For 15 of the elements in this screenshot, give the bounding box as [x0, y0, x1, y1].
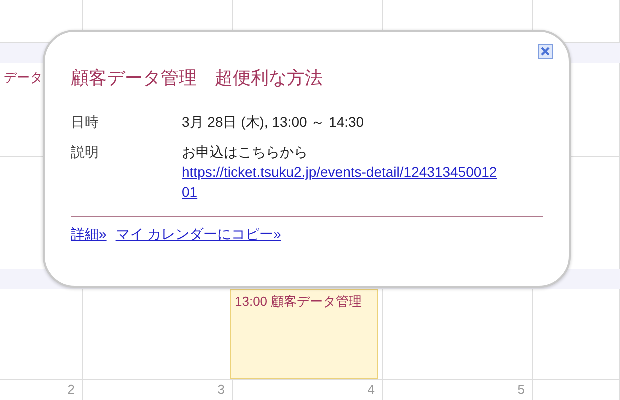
field-value: 3月 28日 (木), 13:00 ～ 14:30: [182, 113, 364, 132]
popup-link[interactable]: マイ カレンダーにコピー»: [116, 226, 282, 244]
url-link[interactable]: https://ticket.tsuku2.jp/events-detail/12431345001201: [182, 162, 504, 202]
field-label: 日時: [71, 113, 100, 132]
event-title[interactable]: データ: [4, 69, 43, 87]
date-number: 3: [218, 382, 225, 397]
field-label: 説明: [71, 143, 100, 162]
date-number: 2: [68, 382, 75, 397]
popup-link[interactable]: 詳細»: [71, 226, 107, 244]
date-number: 4: [368, 382, 375, 397]
field-value: お申込はこちらから: [182, 143, 308, 162]
calendar-event[interactable]: 13:00 顧客データ管理: [230, 289, 378, 379]
close-icon[interactable]: [538, 44, 553, 59]
date-number: 5: [518, 382, 525, 397]
popup-title: 顧客データ管理 超便利な方法: [71, 67, 323, 90]
